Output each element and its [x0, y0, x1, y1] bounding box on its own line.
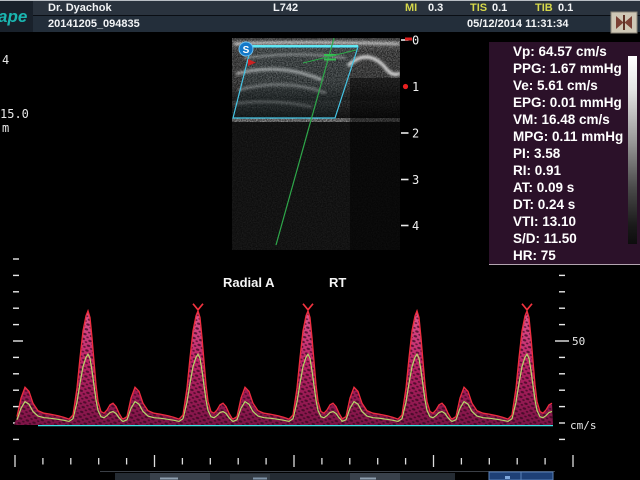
vendor-logo-text: ape	[0, 7, 27, 27]
bottom-strip	[100, 472, 555, 480]
velocity-unit-label: cm/s	[570, 419, 597, 432]
thumbnail-logo-icon	[610, 11, 640, 37]
measurement-row: DT: 0.24 s	[513, 196, 640, 213]
measurement-row: PI: 3.58	[513, 145, 640, 162]
doppler-spectrum-trace	[14, 304, 553, 425]
depth-label-0: 0	[412, 34, 419, 48]
left-margin-fragment-3: m	[2, 121, 9, 135]
bmode-image: S	[232, 38, 400, 250]
tib-label: TIB	[535, 2, 553, 14]
acoustic-shadow	[350, 78, 400, 250]
measurement-row: EPG: 0.01 mmHg	[513, 94, 640, 111]
measurement-row: PPG: 1.67 mmHg	[513, 60, 640, 77]
measurement-row: S/D: 11.50	[513, 230, 640, 247]
measurement-row: VTI: 13.10	[513, 213, 640, 230]
measurement-row: Ve: 5.61 cm/s	[513, 77, 640, 94]
header-bar: ape Dr. Dyachok L742 MI 0.3 TIS 0.1 TIB …	[0, 0, 640, 34]
exam-datetime: 05/12/2014 11:31:34	[467, 18, 569, 30]
tis-label: TIS	[470, 2, 487, 14]
measurement-row: HR: 75	[513, 247, 640, 264]
depth-label-3: 3	[412, 173, 419, 187]
depth-label-2: 2	[412, 127, 419, 141]
tis-value: 0.1	[492, 2, 507, 14]
peak-velocity-marker-icon	[193, 304, 203, 310]
exam-id: 20141205_094835	[48, 18, 140, 30]
measurement-row: Vp: 64.57 cm/s	[513, 43, 640, 60]
doctor-name: Dr. Dyachok	[48, 2, 112, 14]
mi-label: MI	[405, 2, 417, 14]
bottom-blue-buttons[interactable]	[489, 472, 553, 480]
left-margin-fragment-2: 15.0	[0, 107, 29, 121]
time-axis-ticks	[15, 455, 573, 467]
focus-marker-icon	[403, 84, 408, 89]
depth-label-4: 4	[412, 219, 419, 233]
peak-velocity-marker-icon	[522, 304, 532, 310]
ultrasound-screen: ape Dr. Dyachok L742 MI 0.3 TIS 0.1 TIB …	[0, 0, 640, 480]
depth-scale: 0 1 2 3 4	[401, 34, 419, 234]
orientation-marker-letter: S	[243, 45, 250, 56]
side-label: RT	[329, 275, 346, 290]
header-row-2: 20141205_094835 05/12/2014 11:31:34	[33, 16, 640, 32]
measurement-row: VM: 16.48 cm/s	[513, 111, 640, 128]
left-margin-fragment-1: 4	[2, 53, 9, 67]
scale-top-marker-icon	[405, 38, 412, 41]
depth-label-1: 1	[412, 80, 419, 94]
measurement-panel-rows: Vp: 64.57 cm/sPPG: 1.67 mmHgVe: 5.61 cm/…	[513, 43, 640, 264]
probe-name: L742	[273, 2, 298, 14]
header-row-1: Dr. Dyachok L742 MI 0.3 TIS 0.1 TIB 0.1	[33, 1, 640, 15]
vendor-logo: ape	[0, 1, 34, 32]
measurement-row: AT: 0.09 s	[513, 179, 640, 196]
measurement-row: MPG: 0.11 mmHg	[513, 128, 640, 145]
peak-velocity-marker-icon	[303, 304, 313, 310]
velocity-scale-value: 50	[572, 335, 585, 348]
measurement-row: RI: 0.91	[513, 162, 640, 179]
vessel-label: Radial A	[223, 275, 275, 290]
mi-value: 0.3	[428, 2, 443, 14]
tib-value: 0.1	[558, 2, 573, 14]
